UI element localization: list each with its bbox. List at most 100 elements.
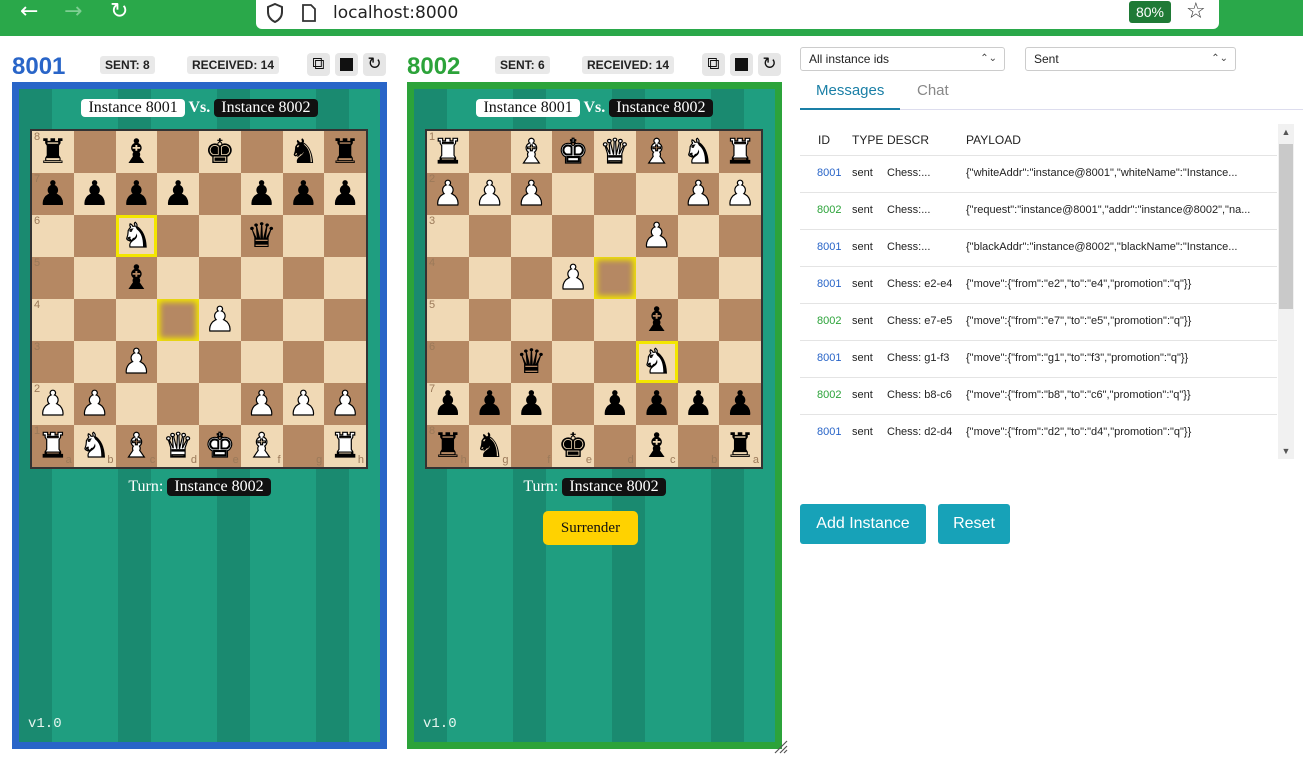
scroll-up-icon[interactable]: ▲ [1278,127,1294,137]
board-square[interactable]: ♝ [635,131,678,173]
board-square[interactable] [510,215,553,257]
white-piece-icon[interactable]: ♟ [204,302,236,337]
board-square[interactable]: f [510,425,553,467]
board-square[interactable] [594,341,636,383]
board-square[interactable] [73,257,116,299]
board-square[interactable]: ♟ [282,383,325,425]
white-piece-icon[interactable]: ♜ [432,134,464,169]
board-square[interactable]: 2 ♟ [32,383,74,425]
board-square[interactable]: ♛ [594,131,636,173]
board-square[interactable]: ♟ [510,383,553,425]
table-row[interactable]: 8001 sent Chess: d2-d4 {"move":{"from":"… [800,414,1277,451]
board-square[interactable]: ♟ [240,173,283,215]
board-square[interactable] [594,257,636,299]
black-piece-icon[interactable]: ♟ [288,177,318,211]
address-bar[interactable]: localhost:8000 80% ☆ [256,0,1219,29]
board-square[interactable]: ♟ [157,173,199,215]
board-square[interactable] [594,173,636,215]
white-piece-icon[interactable]: ♚ [557,134,589,169]
black-piece-icon[interactable]: ♞ [474,429,504,463]
black-piece-icon[interactable]: ♝ [641,429,671,463]
white-piece-icon[interactable]: ♞ [79,428,111,463]
board-square[interactable]: ♛ [240,215,283,257]
white-piece-icon[interactable]: ♟ [288,386,320,421]
black-piece-icon[interactable]: ♝ [641,303,671,337]
board-square[interactable] [468,299,511,341]
board-square[interactable]: g ♞ [468,425,511,467]
tab-messages[interactable]: Messages [816,82,884,99]
black-piece-icon[interactable]: ♟ [330,177,360,211]
board-square[interactable]: ♚ [552,131,594,173]
table-row[interactable]: 8002 sent Chess: e7-e5 {"move":{"from":"… [800,303,1277,340]
board-square[interactable] [240,299,283,341]
board-square[interactable] [468,131,511,173]
white-piece-icon[interactable]: ♟ [79,386,111,421]
black-piece-icon[interactable]: ♚ [205,135,235,169]
board-square[interactable]: 2 ♟ [427,173,469,215]
white-piece-icon[interactable]: ♛ [162,428,194,463]
board-square[interactable]: ♝ [510,131,553,173]
board-square[interactable]: 4 [32,299,74,341]
board-square[interactable]: e ♚ [199,425,241,467]
black-piece-icon[interactable]: ♟ [683,387,713,421]
board-square[interactable]: ♟ [468,383,511,425]
board-square[interactable]: ♟ [282,173,325,215]
board-square[interactable] [510,257,553,299]
white-piece-icon[interactable]: ♟ [683,176,715,211]
board-square[interactable] [73,215,116,257]
white-piece-icon[interactable]: ♚ [204,428,236,463]
board-square[interactable] [468,215,511,257]
scrollbar-thumb[interactable] [1279,144,1293,309]
board-square[interactable] [468,257,511,299]
board-square[interactable]: 7 ♟ [32,173,74,215]
board-square[interactable] [552,383,594,425]
white-piece-icon[interactable]: ♜ [37,428,69,463]
black-piece-icon[interactable]: ♚ [558,429,588,463]
board-square[interactable] [199,341,241,383]
board-square[interactable] [635,173,678,215]
black-piece-icon[interactable]: ♝ [121,135,151,169]
black-piece-icon[interactable]: ♟ [163,177,193,211]
white-piece-icon[interactable]: ♟ [557,260,589,295]
board-square[interactable] [677,299,720,341]
board-square[interactable] [115,299,158,341]
board-square[interactable] [240,341,283,383]
board-square[interactable]: ♝ [115,131,158,173]
tab-chat[interactable]: Chat [917,82,949,99]
board-square[interactable]: h ♜ [324,425,366,467]
white-piece-icon[interactable]: ♟ [121,344,153,379]
black-piece-icon[interactable]: ♟ [725,387,755,421]
black-piece-icon[interactable]: ♞ [288,135,318,169]
board-square[interactable]: ♝ [635,299,678,341]
table-row[interactable]: 8002 sent Chess: b8-c6 {"move":{"from":"… [800,377,1277,414]
board-square[interactable] [157,131,199,173]
reload-icon[interactable]: ↻ [110,0,128,24]
reset-button[interactable]: Reset [938,504,1010,544]
board-square[interactable] [282,215,325,257]
stop-icon[interactable] [730,53,753,76]
resize-handle-icon[interactable] [772,738,788,754]
board-square[interactable] [282,299,325,341]
white-piece-icon[interactable]: ♟ [37,386,69,421]
board-square[interactable]: ♟ [73,173,116,215]
zoom-badge[interactable]: 80% [1129,1,1171,23]
board-square[interactable] [199,257,241,299]
board-square[interactable]: ♟ [324,383,366,425]
board-square[interactable]: d [594,425,636,467]
board-square[interactable]: ♝ [115,257,158,299]
black-piece-icon[interactable]: ♜ [433,429,463,463]
board-square[interactable]: b ♞ [73,425,116,467]
board-square[interactable]: b [677,425,720,467]
board-square[interactable] [324,215,366,257]
open-external-icon[interactable]: ⧉ [307,53,330,76]
board-square[interactable]: ♟ [240,383,283,425]
surrender-button[interactable]: Surrender [543,511,638,545]
table-row[interactable]: 8001 sent Chess:... {"blackAddr":"instan… [800,229,1277,266]
board-square[interactable] [552,173,594,215]
stop-icon[interactable] [335,53,358,76]
board-square[interactable] [594,299,636,341]
board-square[interactable]: e ♚ [552,425,594,467]
board-square[interactable]: 3 [32,341,74,383]
chess-board[interactable]: 1 ♜ ♝ ♚ ♛ ♝ ♞ ♜ 2 ♟ ♟ ♟ ♟ ♟ 3 ♟ 4 ♟ 5 ♝ 6 ♛ ♞ 7 ♟ ♟ ♟ ♟ ♟ ♟ ♟ 8 h ♜ g ♞ f e ♚ d… [425,129,763,469]
board-square[interactable]: g [282,425,325,467]
